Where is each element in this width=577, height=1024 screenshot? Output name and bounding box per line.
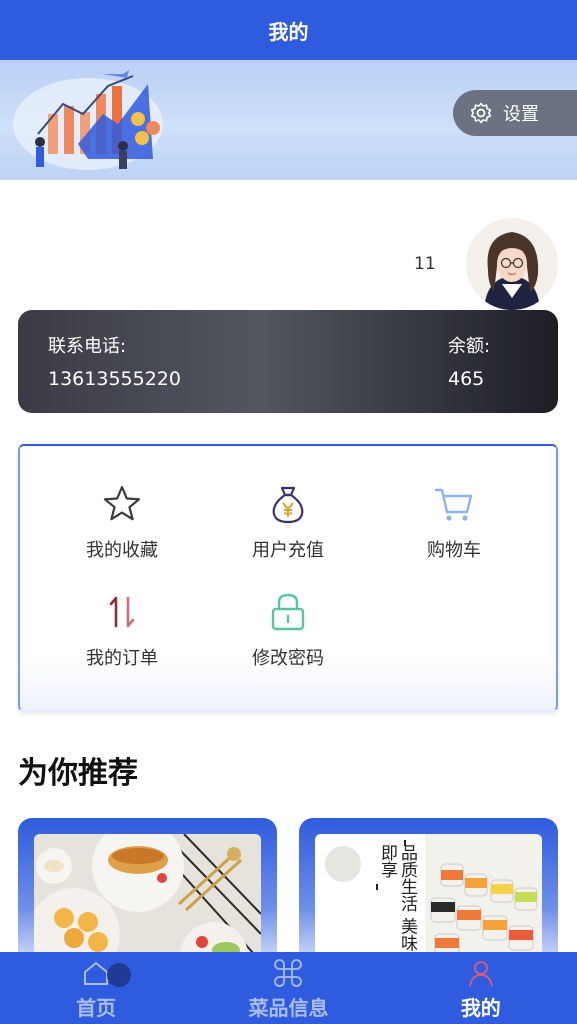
- recommend-title: 为你推荐: [18, 756, 138, 791]
- account-info-card: 联系电话: 13613555220 余额: 465: [18, 310, 558, 413]
- menu-cart-label: 购物车: [427, 540, 481, 561]
- finance-illustration: [13, 70, 163, 170]
- cart-icon: [434, 488, 473, 521]
- sort-arrows-icon: [109, 596, 135, 628]
- menu-recharge[interactable]: 用户充值: [208, 482, 368, 582]
- username: 11: [414, 254, 436, 274]
- balance-value: 465: [448, 368, 485, 390]
- food-image-sushi: 品质生活 美味即享: [315, 834, 542, 968]
- top-bar: 我的: [0, 0, 577, 60]
- recommend-card-1[interactable]: [18, 818, 277, 968]
- bottom-tab-bar: 首页 菜品信息 我的: [0, 952, 577, 1024]
- menu-change-password[interactable]: 修改密码: [208, 590, 368, 690]
- notification-dot-icon: [107, 963, 131, 987]
- avatar[interactable]: [466, 218, 558, 310]
- money-bag-icon: [272, 486, 304, 524]
- page-title: 我的: [268, 19, 309, 44]
- profile-banner: 设置: [0, 60, 577, 180]
- phone-label: 联系电话:: [48, 336, 127, 357]
- settings-label: 设置: [503, 104, 539, 125]
- user-icon: [468, 961, 493, 987]
- phone-value: 13613555220: [48, 368, 181, 390]
- menu-orders-label: 我的订单: [86, 648, 158, 669]
- avatar-image: [466, 218, 558, 310]
- function-menu: 我的收藏 用户充值 购物车 我的订单 修改密码: [18, 444, 558, 712]
- tab-mine-label: 我的: [460, 996, 501, 1020]
- command-icon: [274, 959, 303, 987]
- lock-icon: [271, 593, 305, 631]
- balance-label: 余额:: [448, 336, 491, 357]
- menu-favorites-label: 我的收藏: [86, 540, 158, 561]
- menu-favorites[interactable]: 我的收藏: [42, 482, 202, 582]
- tab-home[interactable]: 首页: [0, 952, 192, 1024]
- tab-dishes[interactable]: 菜品信息: [192, 952, 384, 1024]
- gear-icon: [470, 102, 492, 124]
- poster-text: 品质生活 美味即享: [377, 844, 417, 952]
- menu-cart[interactable]: 购物车: [374, 482, 534, 582]
- tab-home-label: 首页: [76, 996, 117, 1020]
- tab-mine[interactable]: 我的: [385, 952, 577, 1024]
- food-image-pancakes: [34, 834, 261, 968]
- menu-orders[interactable]: 我的订单: [42, 590, 202, 690]
- tab-dishes-label: 菜品信息: [248, 996, 329, 1020]
- menu-recharge-label: 用户充值: [252, 540, 324, 561]
- star-icon: [103, 485, 141, 521]
- settings-button[interactable]: 设置: [453, 90, 577, 136]
- menu-change-password-label: 修改密码: [252, 648, 324, 669]
- recommend-card-2[interactable]: 品质生活 美味即享: [299, 818, 558, 968]
